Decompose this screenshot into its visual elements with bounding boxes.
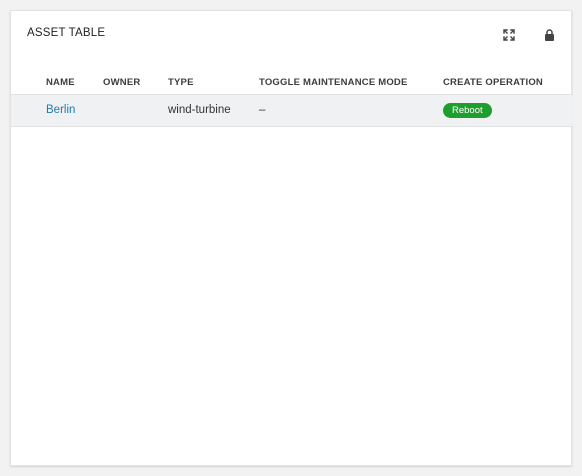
asset-type-cell: wind-turbine xyxy=(168,104,231,116)
column-header-owner[interactable]: OWNER xyxy=(103,69,168,94)
reboot-button[interactable]: Reboot xyxy=(443,102,492,118)
widget-title: ASSET TABLE xyxy=(27,27,106,39)
expand-icon xyxy=(503,29,515,41)
table-header-row: NAME OWNER TYPE TOGGLE MAINTENANCE MODE … xyxy=(11,69,573,94)
column-header-operation[interactable]: CREATE OPERATION xyxy=(443,69,573,94)
asset-name-link[interactable]: Berlin xyxy=(46,104,75,116)
column-header-name[interactable]: NAME xyxy=(46,69,103,94)
table-row[interactable]: Berlin wind-turbine – Reboot xyxy=(11,94,573,126)
asset-table: NAME OWNER TYPE TOGGLE MAINTENANCE MODE … xyxy=(11,69,573,127)
column-header-type[interactable]: TYPE xyxy=(168,69,259,94)
asset-owner-cell xyxy=(103,94,168,126)
asset-table-widget: ASSET TABLE NAME OWNER TYPE TOGGLE MAINT… xyxy=(10,10,573,466)
lock-icon xyxy=(544,29,554,41)
column-header-maintenance[interactable]: TOGGLE MAINTENANCE MODE xyxy=(259,69,443,94)
expand-button[interactable] xyxy=(499,25,519,45)
maintenance-toggle-cell[interactable]: – xyxy=(259,94,443,126)
lock-button[interactable] xyxy=(539,25,559,45)
widget-header: ASSET TABLE xyxy=(11,11,571,57)
